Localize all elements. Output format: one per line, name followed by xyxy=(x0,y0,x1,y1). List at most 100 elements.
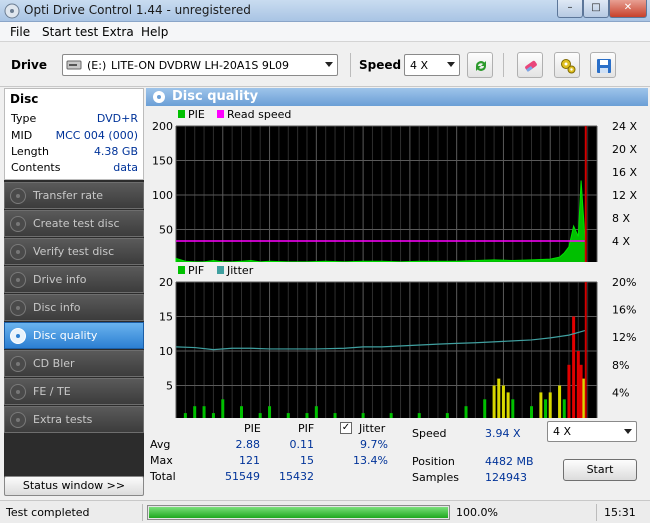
toolbar-divider xyxy=(350,53,351,77)
menu-start-test[interactable]: Start test xyxy=(42,25,98,39)
close-button[interactable]: ✕ xyxy=(609,0,647,18)
nav-item-extra-tests[interactable]: Extra tests xyxy=(4,406,144,433)
toolbar: Drive (E:) LITE-ON DVDRW LH-20A1S 9L09 S… xyxy=(0,43,650,87)
disc-icon xyxy=(10,244,26,260)
y2-tick-label: 12 X xyxy=(612,189,637,202)
stats-position-label: Position xyxy=(412,455,455,468)
left-panel: Disc Type DVD+R MID MCC 004 (000) Length… xyxy=(4,88,144,498)
disc-mid-value: MCC 004 (000) xyxy=(55,129,138,142)
disc-icon xyxy=(10,412,26,428)
stats-max-pie: 121 xyxy=(239,454,260,467)
pif-bar xyxy=(497,378,501,418)
speed-label: Speed xyxy=(359,58,402,72)
nav-item-label: CD Bler xyxy=(33,357,75,370)
disc-icon xyxy=(10,384,26,400)
disc-length-label: Length xyxy=(11,145,49,158)
test-speed-select[interactable]: 4 X xyxy=(547,421,637,442)
test-navigation: Transfer rate Create test disc Verify te… xyxy=(4,180,144,480)
test-speed-value: 4 X xyxy=(553,425,572,438)
y2-tick-label: 20% xyxy=(612,276,636,289)
plot-background xyxy=(176,282,597,418)
disc-icon xyxy=(10,356,26,372)
minimize-button[interactable]: – xyxy=(557,0,583,18)
panel-title: Disc quality xyxy=(172,89,259,104)
pif-bar xyxy=(562,399,566,418)
progress-bar xyxy=(147,505,450,520)
disc-icon xyxy=(10,300,26,316)
y-tick-label: 20 xyxy=(159,276,173,289)
nav-item-label: Create test disc xyxy=(33,217,120,230)
pif-bar xyxy=(202,406,206,418)
nav-item-label: Extra tests xyxy=(33,413,93,426)
drive-select[interactable]: (E:) LITE-ON DVDRW LH-20A1S 9L09 xyxy=(62,54,338,76)
nav-item-fe-te[interactable]: FE / TE xyxy=(4,378,144,405)
y-tick-label: 200 xyxy=(152,120,173,133)
y2-tick-label: 16% xyxy=(612,304,636,317)
nav-item-label: Verify test disc xyxy=(33,245,115,258)
stats-avg-pie: 2.88 xyxy=(235,438,261,451)
nav-item-verify-test-disc[interactable]: Verify test disc xyxy=(4,238,144,265)
nav-item-cd-bler[interactable]: CD Bler xyxy=(4,350,144,377)
settings-button[interactable] xyxy=(554,52,580,78)
pif-bar xyxy=(483,399,487,418)
app-logo-icon xyxy=(4,3,20,19)
save-button[interactable] xyxy=(590,52,616,78)
stats-max-pif: 15 xyxy=(300,454,314,467)
menu-help[interactable]: Help xyxy=(141,25,168,39)
y2-tick-label: 4 X xyxy=(612,235,630,248)
stats-total-pie: 51549 xyxy=(225,470,260,483)
stats-samples-value: 124943 xyxy=(485,471,527,484)
stats-samples-label: Samples xyxy=(412,471,459,484)
eraser-icon xyxy=(525,60,537,72)
legend-swatch xyxy=(178,110,185,118)
nav-item-create-test-disc[interactable]: Create test disc xyxy=(4,210,144,237)
nav-item-label: Transfer rate xyxy=(33,189,104,202)
stats-speed-value: 3.94 X xyxy=(485,427,521,440)
erase-button[interactable] xyxy=(517,52,543,78)
chevron-down-icon xyxy=(325,62,333,67)
y2-tick-label: 12% xyxy=(612,331,636,344)
pif-bar xyxy=(239,406,243,418)
disc-info-title: Disc xyxy=(10,92,39,106)
menu-file[interactable]: File xyxy=(10,25,30,39)
y-tick-label: 10 xyxy=(159,345,173,358)
window-title: Opti Drive Control 1.44 - unregistered xyxy=(24,3,251,17)
y-tick-label: 50 xyxy=(159,224,173,237)
stats-header-pie: PIE xyxy=(244,422,261,435)
menu-extra[interactable]: Extra xyxy=(102,25,134,39)
stats-avg-label: Avg xyxy=(150,438,171,451)
speed-select[interactable]: 4 X xyxy=(404,54,460,76)
drive-label: Drive xyxy=(11,58,47,72)
gears-icon xyxy=(561,59,576,74)
pif-bar xyxy=(506,392,510,418)
stats-total-label: Total xyxy=(150,470,176,483)
legend-label: Read speed xyxy=(227,108,291,121)
disc-type-value: DVD+R xyxy=(96,112,138,125)
pif-bar xyxy=(572,316,576,418)
pif-bar xyxy=(548,392,552,418)
drive-letter: (E:) xyxy=(87,59,107,72)
disc-icon xyxy=(10,216,26,232)
nav-item-disc-quality[interactable]: Disc quality xyxy=(4,322,144,349)
pif-bar xyxy=(511,399,515,418)
refresh-button[interactable] xyxy=(467,52,493,78)
speed-select-value: 4 X xyxy=(410,59,429,72)
stats-position-value: 4482 MB xyxy=(485,455,534,468)
nav-item-transfer-rate[interactable]: Transfer rate xyxy=(4,182,144,209)
disc-icon xyxy=(10,272,26,288)
pif-bar xyxy=(492,385,496,418)
elapsed-time: 15:31 xyxy=(604,506,636,519)
status-bar: Test completed 100.0% 15:31 xyxy=(0,500,650,523)
toolbar-divider xyxy=(503,53,504,77)
y2-tick-label: 16 X xyxy=(612,166,637,179)
start-button[interactable]: Start xyxy=(563,459,637,481)
status-text: Test completed xyxy=(6,506,90,519)
nav-item-drive-info[interactable]: Drive info xyxy=(4,266,144,293)
disc-length-value: 4.38 GB xyxy=(93,145,138,158)
nav-item-disc-info[interactable]: Disc info xyxy=(4,294,144,321)
status-window-button[interactable]: Status window >> xyxy=(4,476,144,496)
jitter-checkbox[interactable]: ✓ xyxy=(340,422,352,434)
panel-header: Disc quality xyxy=(146,88,648,106)
drive-name: LITE-ON DVDRW LH-20A1S 9L09 xyxy=(111,59,290,72)
maximize-button[interactable]: □ xyxy=(583,0,609,18)
